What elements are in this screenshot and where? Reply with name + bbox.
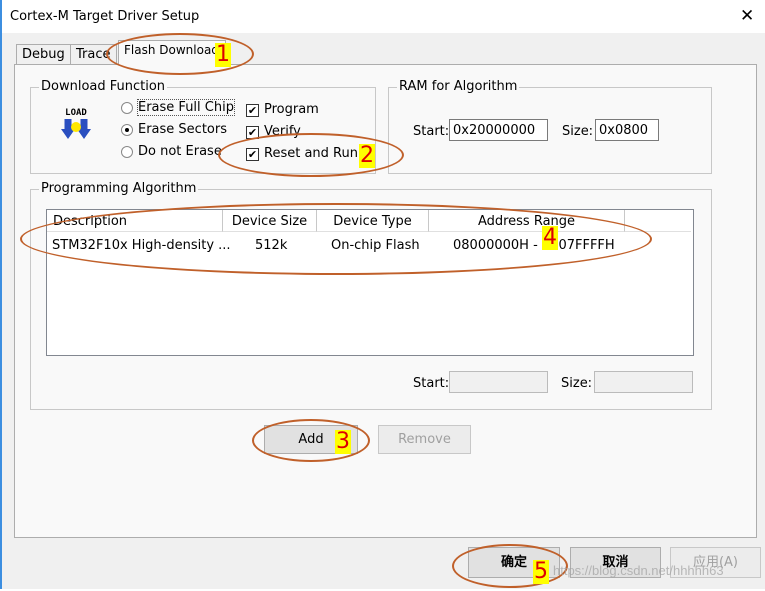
group-label: RAM for Algorithm (397, 79, 520, 94)
column-header-description[interactable]: Description (47, 210, 223, 232)
do-not-erase-label[interactable]: Do not Erase (138, 144, 222, 159)
cell-device-type: On-chip Flash (331, 238, 420, 253)
tab-flash-download[interactable]: Flash Download (118, 40, 226, 65)
verify-checkbox[interactable]: ✔ (246, 126, 259, 139)
download-function-group: Download Function LOAD Erase Full Chip E… (30, 79, 376, 174)
reset-and-run-label: Reset and Run (264, 146, 358, 161)
ram-group: RAM for Algorithm Start: 0x20000000 Size… (388, 79, 712, 174)
column-header-device-size[interactable]: Device Size (223, 210, 317, 232)
algo-start-input[interactable] (449, 371, 548, 393)
column-header-address-range[interactable]: Address Range (429, 210, 625, 232)
ram-start-input[interactable]: 0x20000000 (449, 119, 548, 141)
annotation-number-5: 5 (533, 559, 549, 584)
erase-full-chip-label[interactable]: Erase Full Chip (137, 99, 235, 116)
cell-description: STM32F10x High-density ... (52, 238, 231, 253)
program-checkbox[interactable]: ✔ (246, 104, 259, 117)
tab-debug[interactable]: Debug (16, 44, 71, 64)
tab-label: Flash Download (124, 43, 219, 57)
watermark: https://blog.csdn.net/hhhhh63 (553, 563, 724, 578)
column-header-device-type[interactable]: Device Type (317, 210, 429, 232)
erase-full-chip-radio[interactable] (121, 102, 133, 114)
title-bar: Cortex-M Target Driver Setup ✕ (2, 0, 765, 33)
algo-start-label: Start: (413, 376, 450, 391)
algorithm-list[interactable]: Description Device Size Device Type Addr… (46, 209, 694, 356)
cell-address-range: 08000000H - 0807FFFFH (453, 238, 615, 253)
algo-size-label: Size: (561, 376, 593, 391)
cell-device-size: 512k (255, 238, 288, 253)
annotation-number-2: 2 (359, 143, 375, 168)
column-header-empty (625, 210, 691, 232)
algo-size-input[interactable] (594, 371, 693, 393)
ram-start-label: Start: (413, 124, 450, 139)
load-icon: LOAD (59, 108, 93, 144)
erase-sectors-radio[interactable] (121, 124, 133, 136)
ram-size-label: Size: (562, 124, 594, 139)
annotation-number-3: 3 (335, 429, 351, 454)
erase-sectors-label[interactable]: Erase Sectors (138, 122, 227, 137)
close-icon[interactable]: ✕ (740, 6, 754, 26)
ram-size-input[interactable]: 0x0800 (595, 119, 659, 141)
reset-and-run-checkbox[interactable]: ✔ (246, 148, 259, 161)
remove-button[interactable]: Remove (378, 425, 471, 454)
tab-trace[interactable]: Trace (70, 44, 117, 64)
program-label: Program (264, 102, 319, 117)
annotation-number-4: 4 (542, 225, 558, 250)
group-label: Download Function (39, 79, 168, 94)
dialog-window: Cortex-M Target Driver Setup ✕ Debug Tra… (0, 0, 765, 589)
window-title: Cortex-M Target Driver Setup (10, 9, 200, 24)
annotation-number-1: 1 (215, 42, 231, 67)
verify-label: Verify (264, 124, 301, 139)
tab-label: Trace (76, 47, 111, 62)
group-label: Programming Algorithm (39, 181, 199, 196)
tab-label: Debug (22, 47, 65, 62)
do-not-erase-radio[interactable] (121, 146, 133, 158)
